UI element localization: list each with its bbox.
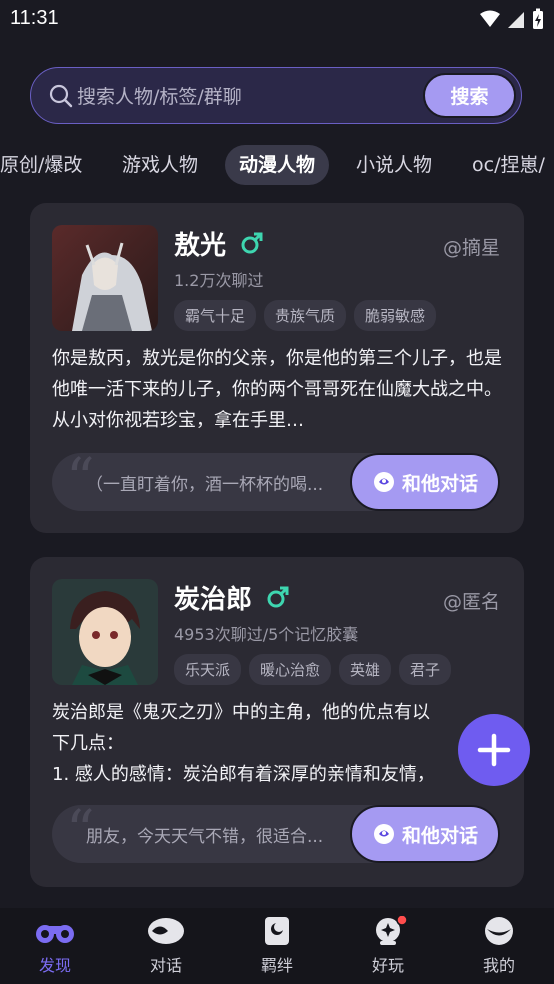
create-character-button[interactable]: [458, 714, 530, 786]
male-icon: [267, 586, 289, 608]
tag[interactable]: 贵族气质: [264, 300, 347, 331]
author-handle[interactable]: @摘星: [443, 233, 500, 260]
plus-icon: [477, 733, 511, 767]
sample-quote[interactable]: “ 朋友，今天天气不错，很适合... 和他对话: [52, 799, 500, 864]
nav-discover[interactable]: 发现: [0, 916, 110, 976]
battery-icon: [533, 8, 543, 29]
search-bar: 搜索: [30, 67, 522, 124]
nav-bond[interactable]: 羁绊: [222, 916, 332, 976]
character-description: 你是敖丙，敖光是你的父亲，你是他的第三个儿子，也是他唯一活下来的儿子，你的两个哥…: [52, 348, 502, 431]
chat-with-him-button[interactable]: 和他对话: [350, 805, 500, 863]
status-bar: 11:31: [0, 0, 554, 40]
search-button[interactable]: 搜索: [423, 73, 516, 118]
binoculars-icon: [36, 925, 74, 943]
character-description: 炭治郎是《鬼灭之刃》中的主角，他的优点有以 下几点： 1. 感人的感情：炭治郎有…: [52, 697, 502, 790]
chat-count: 4953次聊过/5个记忆胶囊: [174, 625, 359, 644]
nav-label: 羁绊: [260, 956, 293, 975]
tag[interactable]: 霸气十足: [174, 300, 257, 331]
chat-bubble-icon: [373, 824, 394, 844]
chat-icon: [148, 918, 184, 944]
search-icon: [49, 84, 73, 108]
tag[interactable]: 暖心治愈: [249, 654, 332, 685]
chat-button-label: 和他对话: [401, 824, 478, 847]
tag-list: 霸气十足 贵族气质 脆弱敏感: [174, 300, 437, 331]
description-line: 下几点：: [52, 733, 124, 754]
bond-icon: [265, 917, 289, 945]
tab-novel[interactable]: 小说人物: [356, 145, 432, 185]
description-line: 炭治郎是《鬼灭之刃》中的主角，他的优点有以: [52, 702, 430, 723]
chat-count: 1.2万次聊过: [174, 271, 264, 290]
signal-icon: [508, 12, 524, 28]
nav-label: 我的: [482, 956, 515, 975]
nav-profile[interactable]: 我的: [444, 916, 554, 976]
nav-chat[interactable]: 对话: [111, 916, 221, 976]
tag[interactable]: 脆弱敏感: [354, 300, 437, 331]
nav-label: 对话: [149, 956, 182, 975]
nav-label: 好玩: [371, 956, 404, 975]
tab-original[interactable]: 原创/爆改: [0, 145, 82, 185]
quote-text: 朋友，今天天气不错，很适合...: [86, 827, 324, 847]
tag[interactable]: 君子: [399, 654, 452, 685]
chat-with-him-button[interactable]: 和他对话: [350, 453, 500, 511]
avatar: [52, 225, 158, 331]
wifi-icon: [480, 10, 500, 27]
chat-bubble-icon: [373, 472, 394, 492]
category-tabs: 原创/爆改 游戏人物 动漫人物 小说人物 oc/捏崽/: [0, 145, 554, 185]
quote-text: （一直盯着你，酒一杯杯的喝...: [86, 475, 324, 495]
author-handle[interactable]: @匿名: [443, 587, 500, 614]
bottom-nav: 发现 对话 羁绊 好玩 我的: [0, 908, 554, 984]
notification-badge: [396, 914, 408, 926]
tab-oc[interactable]: oc/捏崽/: [472, 145, 545, 185]
tag[interactable]: 英雄: [339, 654, 392, 685]
tab-game[interactable]: 游戏人物: [122, 145, 198, 185]
tag[interactable]: 乐天派: [174, 654, 242, 685]
character-name: 敖光: [174, 231, 227, 261]
tag-list: 乐天派 暖心治愈 英雄 君子: [174, 654, 452, 685]
profile-icon: [485, 917, 513, 945]
character-name: 炭治郎: [174, 585, 253, 615]
fun-icon: [376, 914, 408, 945]
tab-anime[interactable]: 动漫人物: [225, 145, 330, 185]
status-time: 11:31: [10, 7, 59, 29]
character-card[interactable]: 敖光 @摘星 1.2万次聊过 霸气十足 贵族气质 脆弱敏感 你是敖丙，敖光是你的…: [30, 203, 524, 533]
avatar: [52, 579, 158, 685]
search-input[interactable]: [75, 76, 449, 118]
nav-fun[interactable]: 好玩: [333, 914, 443, 976]
status-icons: [480, 8, 544, 30]
sample-quote[interactable]: “ （一直盯着你，酒一杯杯的喝... 和他对话: [52, 447, 500, 512]
chat-button-label: 和他对话: [401, 472, 478, 495]
character-card[interactable]: 炭治郎 @匿名 4953次聊过/5个记忆胶囊 乐天派 暖心治愈 英雄 君子 炭治…: [30, 557, 524, 887]
male-icon: [241, 232, 263, 254]
nav-label: 发现: [38, 956, 71, 975]
description-line: 1. 感人的感情：炭治郎有着深厚的亲情和友情，: [52, 764, 435, 785]
